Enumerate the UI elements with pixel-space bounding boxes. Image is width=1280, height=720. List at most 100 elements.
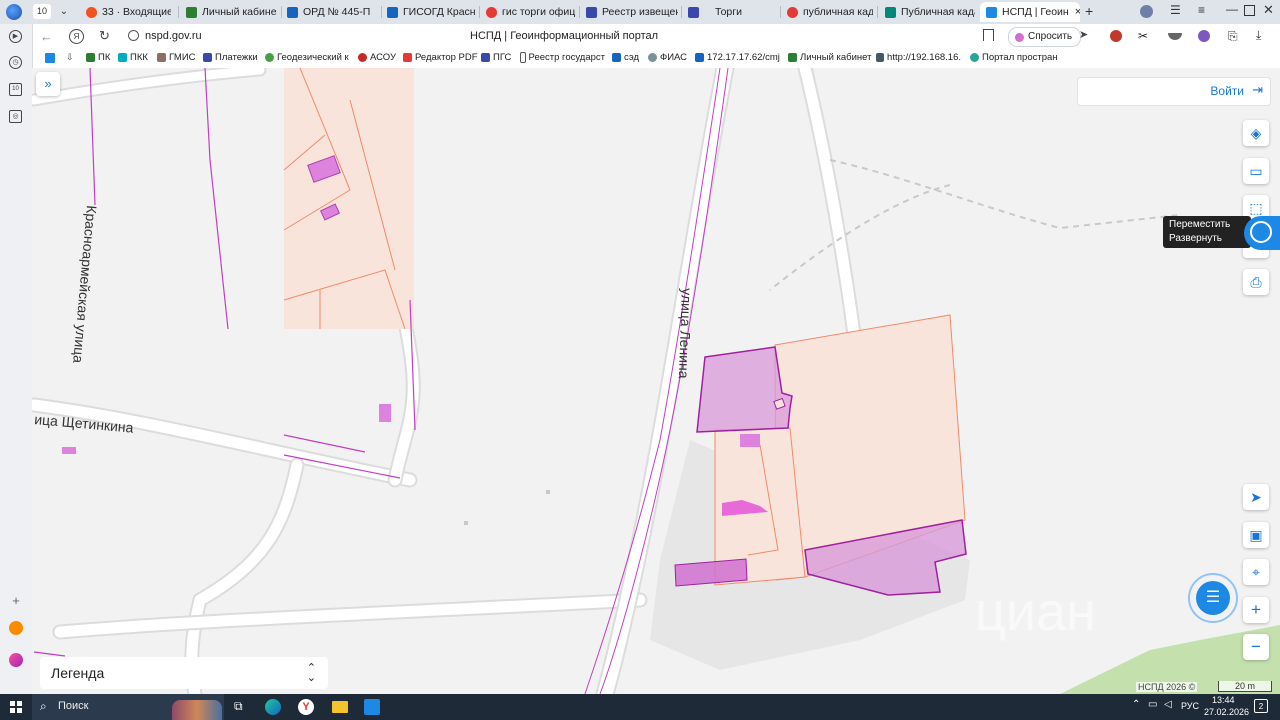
bookmark-2[interactable]: ГМИС [157,52,196,63]
bookmark-14[interactable]: Портал простран [970,52,1060,63]
bookmark-12[interactable]: Личный кабинет [788,52,871,63]
location-button[interactable]: ⌖ [1243,559,1269,585]
measure-button[interactable]: ▭ [1243,158,1269,184]
bookmark-4[interactable]: Геодезический к [265,52,350,63]
bookmark-13[interactable]: http://192.168.16. [876,52,961,63]
globe-icon [970,53,979,62]
tabs-dropdown-icon[interactable]: ⌄ [56,4,72,19]
bookmark-label: Реестр государст [528,52,605,63]
windows-start-icon[interactable] [10,701,22,713]
tab-1[interactable]: 33 · Входящие — [86,2,171,22]
tab-5[interactable]: гис торги офици [486,2,576,22]
send-icon[interactable]: ➤ [1079,28,1088,41]
tab-10-active[interactable]: НСПД | Геоин × [980,2,1080,22]
bookmark-8[interactable]: Реестр государст [520,52,605,63]
notifications-icon[interactable]: 2 [1254,699,1268,713]
bookmark-7[interactable]: ПГС [481,52,511,63]
drag-widget-button[interactable] [1244,216,1280,250]
language-indicator[interactable]: РУС [1181,701,1199,711]
add-panel-icon[interactable]: + [9,594,23,608]
map-svg[interactable]: Красноармейская улица ица Щетинкина улиц… [32,68,1280,694]
tabs-count-icon[interactable]: 10 [9,83,22,96]
site-icon [86,53,95,62]
screenshot-icon[interactable]: ◎ [9,110,22,123]
login-box[interactable]: Войти ⇥ [1077,77,1271,106]
minimap-button[interactable]: ▣ [1243,522,1269,548]
map-canvas[interactable]: Красноармейская улица ица Щетинкина улиц… [32,68,1280,694]
zoom-in-button[interactable]: + [1243,597,1269,623]
reload-icon[interactable]: ↻ [99,28,110,44]
bookmark-10[interactable]: ФИАС [648,52,687,63]
site-icon [265,53,274,62]
download-icon[interactable]: ⤓ [1256,28,1261,43]
street-label-krasnoarmeyskaya: Красноармейская улица [70,205,100,364]
apps-icon[interactable] [45,53,55,63]
tab-3[interactable]: ОРД № 445-П [287,2,377,22]
task-view-icon[interactable]: ⧉ [234,699,243,714]
market-icon[interactable] [9,621,23,635]
taskbar-search[interactable]: ⌕ Поиск [32,694,224,720]
tab-7[interactable]: Торги [688,2,778,22]
yandex-browser-taskbar-icon[interactable]: Y [298,699,314,715]
maximize-icon[interactable] [1244,5,1255,16]
extension-icon-5[interactable]: ⎘ [1228,29,1238,44]
extension-icon-2[interactable]: ✂ [1138,29,1148,43]
play-icon[interactable]: ▶ [9,30,22,43]
minimize-icon[interactable]: — [1226,2,1238,16]
app-icon[interactable] [364,699,380,715]
ask-button[interactable]: Спросить [1008,27,1082,47]
bookmark-0[interactable]: ПК [86,52,110,63]
bookmark-3[interactable]: Платежки [203,52,258,63]
bookmark-5[interactable]: АСОУ [358,52,396,63]
bookmark-star-icon[interactable] [983,29,994,41]
tray-arrow-icon[interactable]: ⌃ [1132,699,1140,710]
expand-panel-button[interactable]: » [36,72,60,96]
extension-icon[interactable] [1140,5,1153,18]
tab-4[interactable]: ГИСОГД Красно [387,2,475,22]
back-icon[interactable]: ← [40,29,53,44]
bookmark-label: ПГС [493,52,512,63]
ai-icon [1015,32,1024,42]
clock-time[interactable]: 13:44 [1212,695,1235,705]
navigate-button[interactable]: ➤ [1243,484,1269,510]
bookmarks-bar: ⇩ ПК ПКК ГМИС Платежки Геодезический к А… [0,50,1280,69]
tab-9[interactable]: Публичная када [885,2,975,22]
history-icon[interactable]: ◷ [9,56,22,69]
search-icon: ⌕ [40,699,47,713]
bookmark-list-icon[interactable]: ☰ [1170,3,1181,17]
close-tab-icon[interactable]: × [1075,6,1080,18]
road-ne-fill [799,68,864,371]
network-icon[interactable]: ▭ [1148,699,1157,710]
bookmark-6[interactable]: Редактор PDF [403,52,478,63]
volume-icon[interactable]: ◁ [1164,699,1172,710]
tab-counter[interactable]: 10 [33,4,51,19]
zoom-out-button[interactable]: − [1243,634,1269,660]
legend-panel[interactable]: Легенда ⌃ ⌄ [40,657,328,689]
extension-icon-1[interactable] [1110,30,1122,42]
legend-toggle-icon[interactable]: ⌃ ⌄ [307,663,316,684]
print-button[interactable]: ⎙ [1243,269,1269,295]
close-window-icon[interactable]: ✕ [1263,2,1274,18]
tab-6[interactable]: Реестр извещени [586,2,678,22]
extension-icon-3[interactable] [1168,33,1182,40]
bookmark-1[interactable]: ПКК [118,52,148,63]
tab-2[interactable]: Личный кабинет [186,2,276,22]
extension-icon-4[interactable] [1198,30,1210,42]
yandex-account-icon[interactable]: Я [69,29,84,44]
edge-icon[interactable] [265,699,281,715]
chat-button[interactable]: ☰ [1188,573,1238,623]
layers-button[interactable]: ◈ [1243,120,1269,146]
bookmark-9[interactable]: сэд [612,52,639,63]
menu-icon[interactable]: ≡ [1198,3,1205,17]
browser-logo-icon[interactable] [6,4,22,20]
new-tab-icon[interactable]: + [1085,4,1099,19]
bookmark-11[interactable]: 172.17.17.62/cmj [695,52,780,63]
url-text[interactable]: nspd.gov.ru [145,30,202,42]
explorer-icon[interactable] [332,701,348,713]
site-info-icon[interactable] [128,30,139,41]
building-4 [62,447,76,454]
clock-date[interactable]: 27.02.2026 [1204,707,1249,717]
tab-8[interactable]: публичная када [787,2,873,22]
bookmark-pin-icon[interactable]: ⇩ [66,52,74,63]
alice-icon[interactable] [9,653,23,667]
